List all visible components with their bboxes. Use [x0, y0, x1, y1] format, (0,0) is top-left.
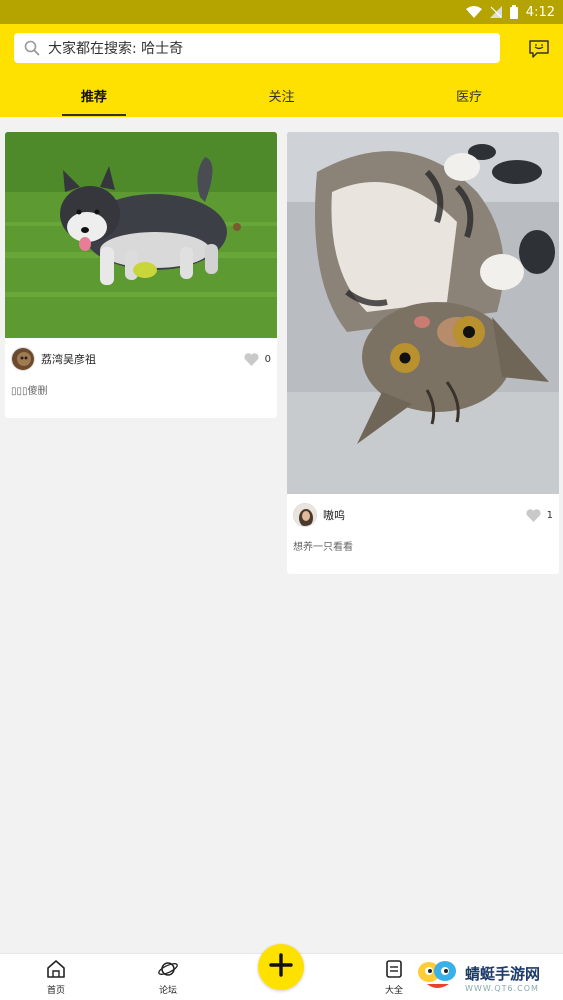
search-bar[interactable]: 大家都在搜索: 哈士奇	[14, 33, 500, 63]
home-icon	[46, 958, 66, 980]
feed-card[interactable]: 荔湾吴彦祖 0 ▯▯▯傻删	[5, 132, 277, 418]
watermark-text: 蜻蜓手游网	[465, 965, 541, 983]
battery-icon	[509, 5, 518, 19]
status-bar: 4:12	[0, 0, 563, 24]
like-counter[interactable]: 1	[526, 508, 553, 522]
post-description: 想养一只看看	[293, 542, 353, 553]
post-photo[interactable]	[5, 132, 277, 338]
search-placeholder: 大家都在搜索: 哈士奇	[48, 41, 184, 57]
book-icon	[385, 958, 403, 980]
avatar[interactable]	[11, 347, 35, 371]
post-meta: 嗷呜 1	[287, 494, 559, 536]
wifi-icon	[465, 6, 482, 18]
nav-label: 首页	[46, 986, 65, 996]
avatar[interactable]	[293, 503, 317, 527]
like-counter[interactable]: 0	[244, 352, 271, 366]
like-count: 0	[264, 353, 271, 365]
heart-icon[interactable]	[526, 508, 541, 522]
tab-recommend[interactable]: 推荐	[0, 76, 188, 116]
watermark: 蜻蜓手游网 WWW.QT6.COM	[415, 958, 563, 998]
feed-card[interactable]: 嗷呜 1 想养一只看看	[287, 132, 559, 574]
nav-label: 论坛	[158, 986, 177, 996]
post-photo[interactable]	[287, 132, 559, 494]
planet-icon	[157, 958, 179, 980]
nav-forum[interactable]: 论坛	[138, 958, 198, 996]
signal-off-icon	[489, 6, 502, 18]
tab-follow[interactable]: 关注	[188, 76, 376, 116]
post-description: ▯▯▯傻删	[11, 386, 48, 397]
plus-icon	[269, 953, 293, 981]
status-time: 4:12	[525, 4, 555, 20]
chat-bubble-icon[interactable]	[527, 38, 551, 60]
heart-icon[interactable]	[244, 352, 259, 366]
author-name[interactable]: 嗷呜	[323, 507, 526, 523]
nav-home[interactable]: 首页	[26, 958, 86, 996]
watermark-url: WWW.QT6.COM	[465, 984, 539, 993]
tab-medical[interactable]: 医疗	[375, 76, 563, 116]
nav-label: 大全	[384, 986, 403, 996]
header: 大家都在搜索: 哈士奇 推荐 关注 医疗	[0, 24, 563, 117]
tab-bar: 推荐 关注 医疗	[0, 76, 563, 116]
post-meta: 荔湾吴彦祖 0	[5, 338, 277, 380]
create-post-button[interactable]	[258, 944, 304, 990]
dragonfly-logo-icon	[415, 958, 461, 998]
author-name[interactable]: 荔湾吴彦祖	[41, 351, 244, 367]
like-count: 1	[546, 509, 553, 521]
search-icon	[24, 40, 40, 56]
